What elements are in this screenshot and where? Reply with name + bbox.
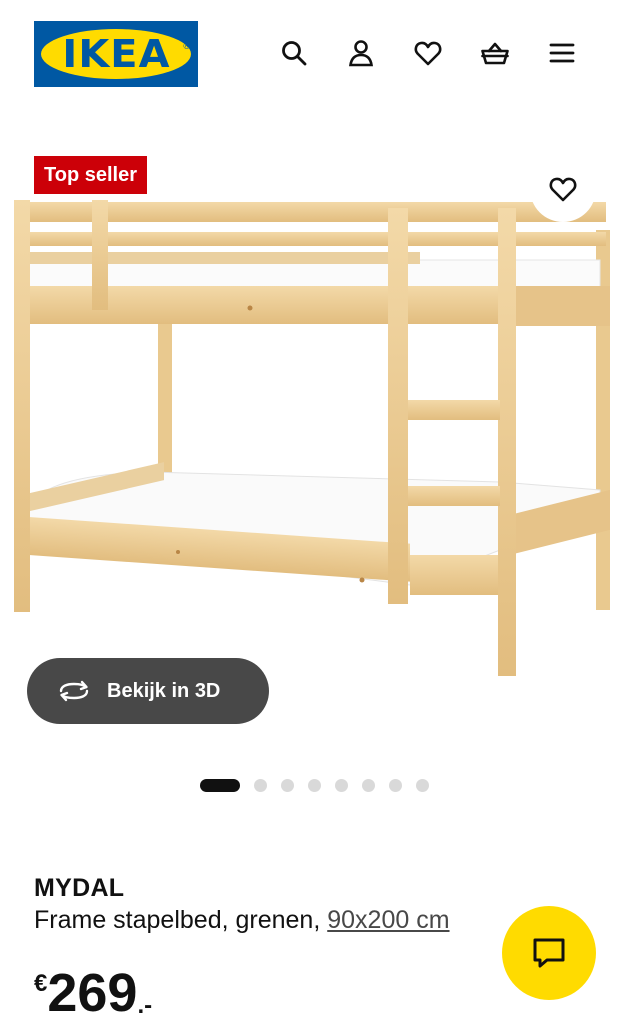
carousel-indicator — [200, 777, 443, 793]
save-to-favourites-button[interactable] — [530, 156, 596, 222]
price-currency: € — [34, 970, 48, 997]
logo-text: IKEA — [61, 32, 171, 76]
chat-button[interactable] — [502, 906, 596, 1000]
chat-icon — [533, 938, 565, 968]
search-icon — [282, 41, 307, 66]
view-in-3d-label: Bekijk in 3D — [107, 679, 221, 702]
heart-icon — [414, 41, 442, 66]
header: IKEA ® — [0, 0, 630, 110]
logo-registered-mark: ® — [183, 41, 190, 51]
carousel-dot[interactable] — [362, 778, 375, 792]
basket-button[interactable] — [478, 36, 512, 70]
carousel-dot[interactable] — [308, 778, 321, 792]
profile-button[interactable] — [344, 36, 378, 70]
product-name: MYDAL — [34, 874, 125, 902]
menu-icon — [549, 43, 575, 63]
menu-button[interactable] — [545, 36, 579, 70]
price-suffix: .- — [137, 992, 153, 1019]
product-type: Frame stapelbed, grenen, — [34, 906, 328, 934]
product-size-link[interactable]: 90x200 cm — [327, 906, 449, 934]
carousel-dot[interactable] — [335, 778, 348, 792]
price-amount: 269 — [47, 963, 138, 1023]
product-price: € 269 .- — [34, 962, 152, 1024]
favourites-button[interactable] — [411, 36, 445, 70]
bunk-bed-image — [14, 200, 610, 676]
heart-icon — [549, 177, 577, 202]
search-button[interactable] — [277, 36, 311, 70]
ikea-logo[interactable]: IKEA ® — [34, 21, 198, 87]
carousel-dot[interactable] — [389, 778, 402, 792]
view-in-3d-button[interactable]: Bekijk in 3D — [27, 658, 269, 724]
carousel-dot-active[interactable] — [200, 778, 240, 792]
carousel-dot[interactable] — [281, 778, 294, 792]
carousel-dot[interactable] — [254, 778, 267, 792]
user-icon — [349, 40, 373, 67]
product-description: Frame stapelbed, grenen, 90x200 cm — [34, 906, 450, 935]
rotate-3d-icon — [57, 679, 91, 703]
logo-oval: IKEA — [41, 29, 191, 79]
carousel-dot[interactable] — [416, 778, 429, 792]
basket-icon — [481, 42, 509, 65]
top-seller-badge: Top seller — [34, 156, 147, 194]
